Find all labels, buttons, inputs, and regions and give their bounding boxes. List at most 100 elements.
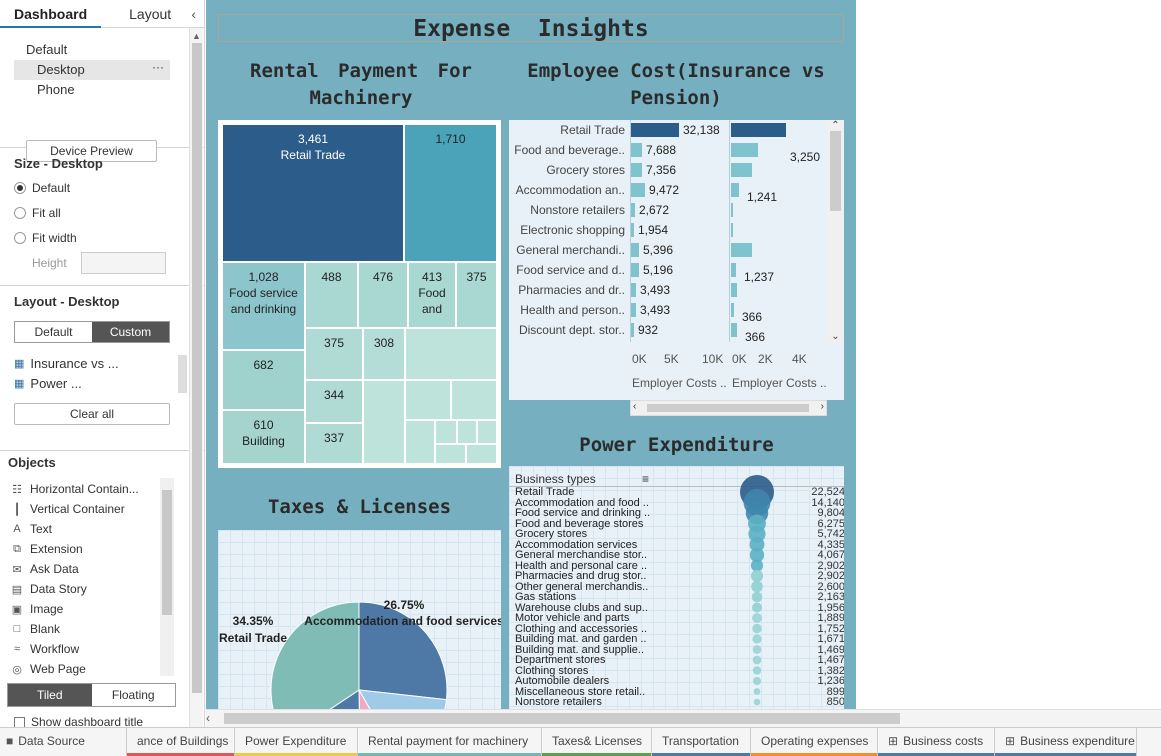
chevron-left-icon[interactable]: ‹ [191,6,196,22]
treemap-cell[interactable]: 3,461 Retail Trade [222,124,404,262]
insurance-bar[interactable] [631,183,645,197]
scroll-right-icon[interactable]: › [821,401,824,412]
treemap-cell[interactable]: 375 [456,262,497,328]
sheet-tab[interactable]: Transportation [652,728,751,756]
layout-custom-button[interactable]: Custom [92,322,169,342]
treemap-cell[interactable]: 308 [363,328,405,380]
pension-bar[interactable] [731,283,737,297]
employee-scrollbar[interactable]: ⌃ ⌄ [827,120,844,342]
treemap-cell[interactable] [405,420,435,464]
treemap-cell[interactable]: 1,710 [404,124,497,262]
pension-bar[interactable] [731,223,733,237]
power-chart[interactable]: Business types ≡ Retail Trade 22,524 Accom… [509,466,844,710]
employee-h-scrollbar[interactable]: ‹ › [630,400,827,416]
power-dot[interactable] [751,580,763,593]
scrollbar-thumb[interactable] [178,355,187,393]
insurance-bar[interactable] [631,223,634,237]
scrollbar-thumb[interactable] [224,713,900,724]
insurance-bar[interactable] [631,123,679,137]
treemap-cell[interactable]: 413 Food and [408,262,456,328]
insurance-bar[interactable] [631,283,636,297]
scroll-up-icon[interactable]: ▲ [190,31,203,41]
sheet-tab[interactable]: Power Expenditure [235,728,358,756]
power-dot[interactable] [752,645,762,654]
pension-bar[interactable] [731,143,758,157]
scroll-down-icon[interactable]: ⌄ [827,331,844,342]
pension-bar[interactable] [731,263,736,277]
treemap-cell[interactable]: 375 [305,328,363,380]
treemap-cell[interactable] [477,420,497,444]
treemap-cell[interactable] [451,380,497,420]
size-option-fit-all[interactable]: Fit all [14,200,190,225]
canvas-h-scrollbar[interactable]: ‹ [206,709,1161,727]
layout-default-button[interactable]: Default [15,322,92,342]
treemap-cell[interactable] [435,444,466,464]
treemap-cell[interactable]: 476 [358,262,408,328]
sheet-tab[interactable]: ⊞ Business costs [878,728,995,756]
pension-bar[interactable] [731,243,752,257]
treemap-cell[interactable] [405,380,451,420]
power-dot[interactable] [753,677,761,685]
treemap-cell[interactable]: 682 [222,350,305,410]
power-dot[interactable] [752,613,762,623]
power-dot[interactable] [753,688,761,695]
sheet-tab[interactable]: Rental payment for machinery [358,728,542,756]
scrollbar-thumb[interactable] [647,404,809,412]
treemap-cell[interactable] [466,444,497,464]
pension-bar[interactable] [731,123,786,137]
power-dot[interactable] [751,591,763,603]
power-dot[interactable] [751,602,763,613]
height-input[interactable] [80,252,166,274]
sheet-tab[interactable]: Operating expenses [751,728,878,756]
insurance-bar[interactable] [631,143,642,157]
pension-bar[interactable] [731,303,734,317]
scroll-left-icon[interactable]: ‹ [206,711,210,725]
scroll-left-icon[interactable]: ‹ [633,401,636,412]
sheet-tab[interactable]: ⊞ Business expenditure [995,728,1137,756]
device-phone[interactable]: Phone [26,80,204,100]
employee-chart[interactable]: Retail Trade 32,138 Food and beverage.. 7,6… [509,120,844,416]
treemap-cell[interactable]: 344 [305,380,363,423]
insurance-bar[interactable] [631,263,639,277]
tiled-button[interactable]: Tiled [8,684,92,706]
treemap-cell[interactable]: 488 [305,262,358,328]
treemap-cell[interactable]: 1,028 Food service and drinking [222,262,305,350]
size-option-default[interactable]: Default [14,175,190,200]
sheet-item[interactable]: ▦ Insurance vs ... [14,353,190,373]
taxes-pie-chart[interactable]: 34.35% Retail Trade 26.75% Accommodation an… [218,530,501,710]
insurance-bar[interactable] [631,303,636,317]
device-desktop[interactable]: Desktop ··· [14,60,170,80]
treemap-cell[interactable] [405,328,497,380]
device-default[interactable]: Default [26,40,204,60]
insurance-bar[interactable] [631,323,634,337]
clear-all-button[interactable]: Clear all [14,403,170,425]
scrollbar-thumb[interactable] [830,131,841,211]
sheet-tab[interactable]: ance of Buildings [127,728,235,756]
tab-layout[interactable]: Layout [115,0,185,28]
pension-bar[interactable] [731,203,733,217]
sheet-item[interactable]: ▦ Power ... [14,373,190,393]
power-dot[interactable] [752,655,762,665]
rental-treemap[interactable]: 3,461 Retail Trade 1,710 1,028 Food service … [218,120,501,468]
treemap-cell[interactable] [363,380,405,464]
power-dot[interactable] [752,634,762,644]
floating-button[interactable]: Floating [92,684,176,706]
more-icon[interactable]: ··· [152,57,164,77]
insurance-bar[interactable] [631,163,642,177]
power-dot[interactable] [752,666,762,675]
pension-bar[interactable] [731,183,739,197]
power-dot[interactable] [753,698,761,706]
sidebar-scrollbar[interactable]: ▲ [189,28,203,728]
power-dot[interactable] [750,559,764,572]
treemap-cell[interactable]: 610 Building [222,410,305,464]
objects-scrollbar[interactable] [160,478,174,676]
treemap-cell[interactable]: 337 [305,423,363,464]
power-dot[interactable] [750,569,764,583]
tab-dashboard[interactable]: Dashboard [0,0,102,28]
scrollbar-thumb[interactable] [191,43,202,693]
power-dot[interactable] [752,623,762,634]
insurance-bar[interactable] [631,243,639,257]
pension-bar[interactable] [731,323,737,337]
scroll-up-icon[interactable]: ⌃ [827,120,844,131]
pension-bar[interactable] [731,163,752,177]
